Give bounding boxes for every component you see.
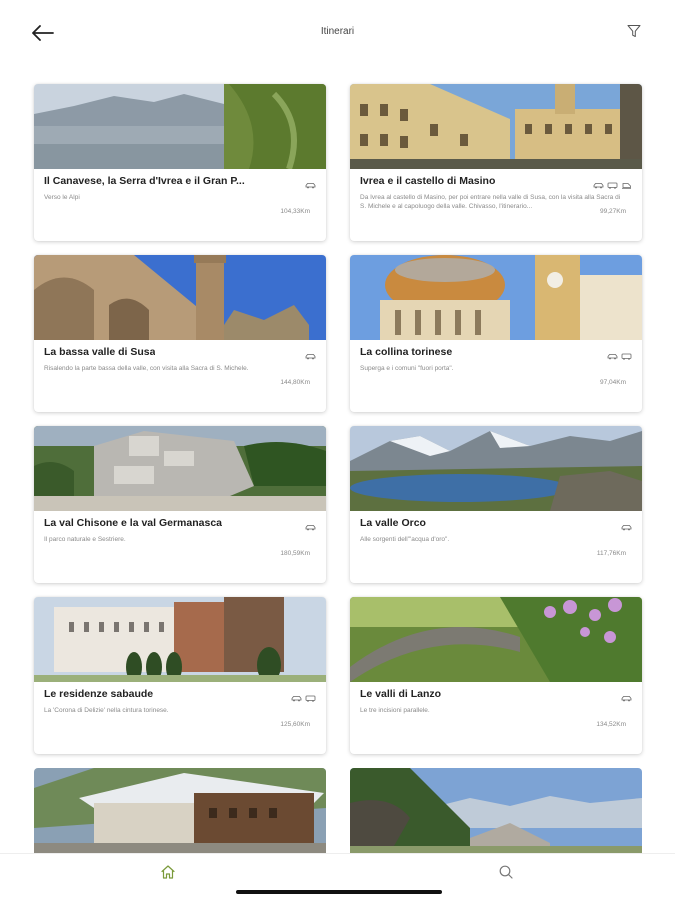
itinerary-description: Superga e i comuni "fuori porta". [360, 365, 454, 372]
itinerary-image [34, 255, 326, 340]
itinerary-name: La valle Orco [360, 517, 426, 529]
itinerary-distance: 104,33Km [280, 208, 310, 215]
filter-icon [627, 25, 641, 37]
itinerary-image [34, 426, 326, 511]
itinerary-image [350, 597, 642, 682]
itinerary-description: Verso le Alpi [44, 194, 80, 201]
car-icon [305, 176, 316, 189]
itinerary-card[interactable]: La valle Orco Alle sorgenti dell'"acqua … [350, 426, 642, 583]
itinerary-name: La val Chisone e la val Germanasca [44, 517, 223, 529]
itinerary-distance: 144,80Km [280, 379, 310, 386]
itinerary-description: Risalendo la parte bassa della valle, co… [44, 365, 249, 372]
bottom-nav [0, 853, 675, 900]
transport-modes [621, 689, 632, 702]
itinerary-name: La bassa valle di Susa [44, 346, 156, 358]
itinerary-image [350, 768, 642, 853]
itinerary-name: Le residenze sabaude [44, 688, 154, 700]
nav-home-button[interactable] [160, 864, 178, 882]
itinerary-card[interactable]: Le residenze sabaude La 'Corona di Deliz… [34, 597, 326, 754]
itinerary-image [34, 84, 326, 169]
itinerary-card[interactable]: Le valli di Lanzo Le tre incisioni paral… [350, 597, 642, 754]
transport-modes [291, 689, 316, 702]
itinerary-distance: 125,60Km [280, 721, 310, 728]
itinerary-name: Le valli di Lanzo [360, 688, 442, 700]
bus-icon [305, 689, 316, 702]
transport-modes [305, 518, 316, 531]
itinerary-card[interactable]: Il Canavese, la Serra d'Ivrea e il Gran … [34, 84, 326, 241]
search-icon [499, 865, 513, 879]
itinerary-card[interactable]: La val Chisone e la val Germanasca Il pa… [34, 426, 326, 583]
itinerary-description: La 'Corona di Delizie' nella cintura tor… [44, 707, 169, 714]
itinerary-description: Le tre incisioni parallele. [360, 707, 430, 714]
page-title: Itinerari [320, 26, 355, 37]
itinerary-description: Da Ivrea al castello di Masino, per poi … [360, 194, 621, 210]
transport-modes [621, 518, 632, 531]
car-icon [621, 518, 632, 531]
nav-search-button[interactable] [498, 864, 516, 882]
home-indicator [236, 890, 442, 894]
itinerary-name: La collina torinese [360, 346, 453, 358]
itinerary-card[interactable] [34, 768, 326, 853]
transport-modes [305, 176, 316, 189]
transport-modes [305, 347, 316, 360]
itinerary-distance: 97,04Km [599, 379, 626, 386]
itinerary-card[interactable]: Ivrea e il castello di Masino Da Ivrea a… [350, 84, 642, 241]
itinerary-image [34, 768, 326, 853]
itinerary-card[interactable] [350, 768, 642, 853]
itinerary-description: Il parco naturale e Sestriere. [44, 536, 126, 543]
home-icon [161, 865, 175, 879]
transport-modes [593, 176, 632, 189]
car-icon [305, 518, 316, 531]
car-icon [291, 689, 302, 702]
itinerary-name: Il Canavese, la Serra d'Ivrea e il Gran … [44, 175, 245, 187]
filter-button[interactable] [627, 24, 645, 42]
itinerary-card[interactable]: La bassa valle di Susa Risalendo la part… [34, 255, 326, 412]
itinerary-card[interactable]: La collina torinese Superga e i comuni "… [350, 255, 642, 412]
itinerary-distance: 117,76Km [596, 550, 626, 557]
car-icon [607, 347, 618, 360]
itinerary-image [350, 84, 642, 169]
itinerary-image [350, 426, 642, 511]
transport-modes [607, 347, 632, 360]
app-header: Itinerari [0, 0, 675, 66]
bus-icon [607, 176, 618, 189]
car-icon [305, 347, 316, 360]
itinerary-distance: 180,59Km [280, 550, 310, 557]
bus-icon [621, 347, 632, 360]
itinerary-name: Ivrea e il castello di Masino [360, 175, 496, 187]
train-icon [621, 176, 632, 189]
itinerary-image [34, 597, 326, 682]
car-icon [621, 689, 632, 702]
itinerary-image [350, 255, 642, 340]
itinerary-description: Alle sorgenti dell'"acqua d'oro". [360, 536, 450, 543]
itinerary-distance: 134,52Km [596, 721, 626, 728]
car-icon [593, 176, 604, 189]
itinerary-distance: 99,27Km [599, 208, 626, 215]
